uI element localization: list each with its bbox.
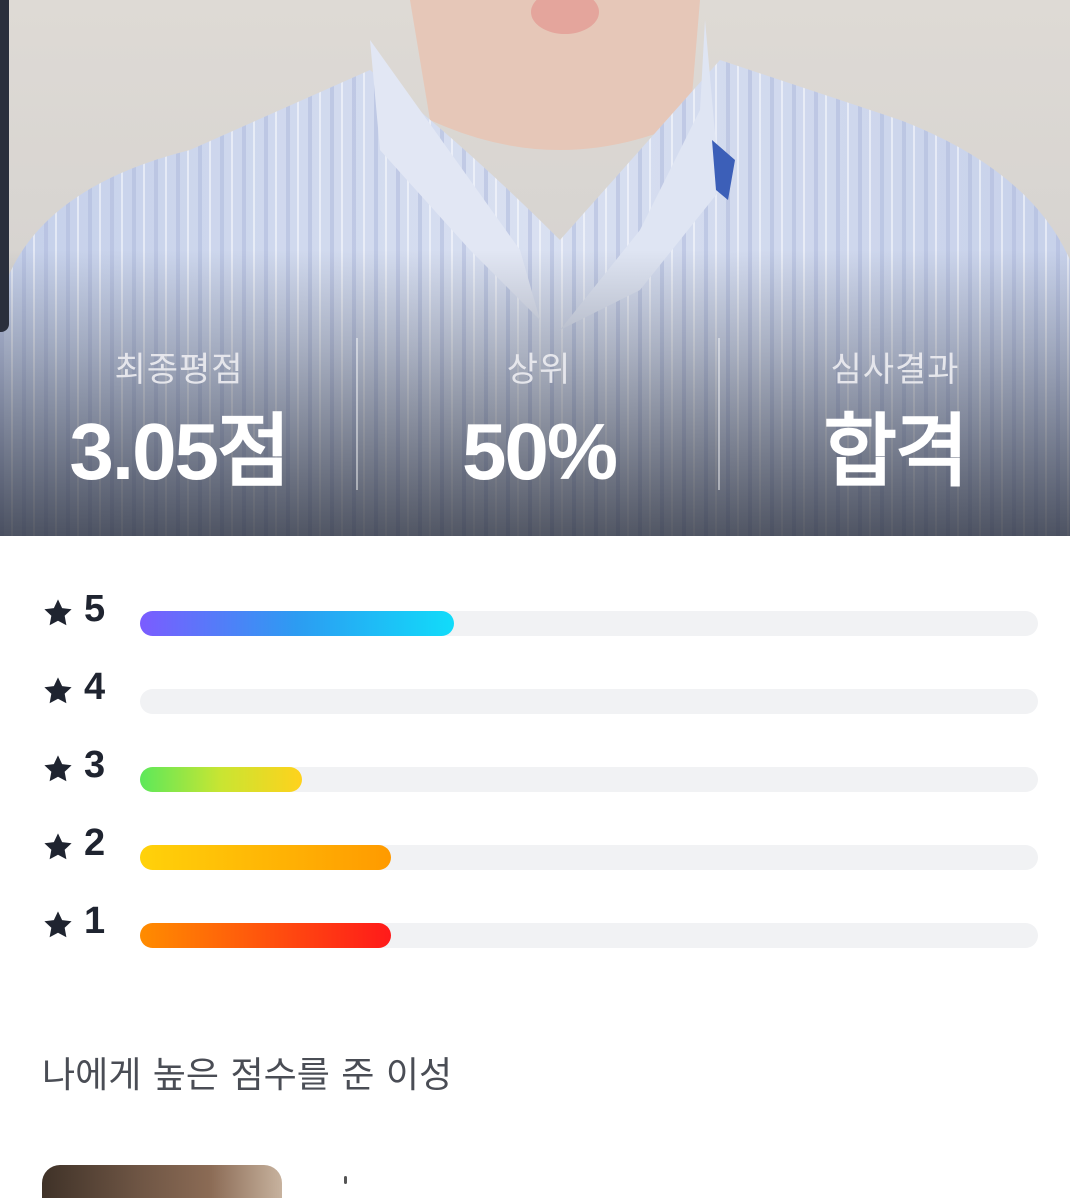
rating-bar-track <box>140 767 1038 792</box>
rating-bar-fill <box>140 923 392 948</box>
rating-bar-fill <box>140 611 455 636</box>
rating-label: 1 <box>84 900 106 942</box>
rating-bar-track <box>140 923 1038 948</box>
rating-label: 3 <box>84 744 106 786</box>
rating-distribution: 5 4 3 2 1 <box>0 586 1070 976</box>
rating-bar-track <box>140 611 1038 636</box>
section-title: 나에게 높은 점수를 준 이성 <box>42 1055 453 1096</box>
rating-row-4: 4 <box>0 664 1070 742</box>
review-result-stat: 심사결과 합격 <box>720 330 1070 500</box>
star-icon <box>44 599 72 626</box>
final-score-value: 3.05점 <box>69 407 290 496</box>
star-icon <box>44 677 72 704</box>
rank-label: 상위 <box>506 350 572 390</box>
final-score-stat: 최종평점 3.05점 <box>0 330 358 500</box>
user-thumbnail[interactable] <box>42 1165 282 1198</box>
rating-bar-fill <box>140 767 302 792</box>
star-icon <box>44 755 72 782</box>
rating-bar-track <box>140 845 1038 870</box>
rating-row-3: 3 <box>0 742 1070 820</box>
rating-row-5: 5 <box>0 586 1070 664</box>
rank-value: 50% <box>461 407 618 496</box>
rating-row-1: 1 <box>0 898 1070 976</box>
thumbnail-indicator <box>344 1176 347 1184</box>
final-score-label: 최종평점 <box>114 350 244 390</box>
rating-label: 5 <box>84 588 106 630</box>
profile-photo-header: 최종평점 3.05점 상위 50% 심사결과 합격 <box>0 0 1070 536</box>
rank-stat: 상위 50% <box>358 330 720 500</box>
side-scroll-indicator <box>0 0 9 332</box>
rating-label: 4 <box>84 666 106 708</box>
star-icon <box>44 833 72 860</box>
star-icon <box>44 911 72 938</box>
review-result-value: 합격 <box>823 407 968 496</box>
rating-row-2: 2 <box>0 820 1070 898</box>
review-result-label: 심사결과 <box>830 350 960 390</box>
rating-bar-track <box>140 689 1038 714</box>
rating-bar-fill <box>140 845 392 870</box>
rating-label: 2 <box>84 822 106 864</box>
score-summary: 최종평점 3.05점 상위 50% 심사결과 합격 <box>0 330 1070 500</box>
